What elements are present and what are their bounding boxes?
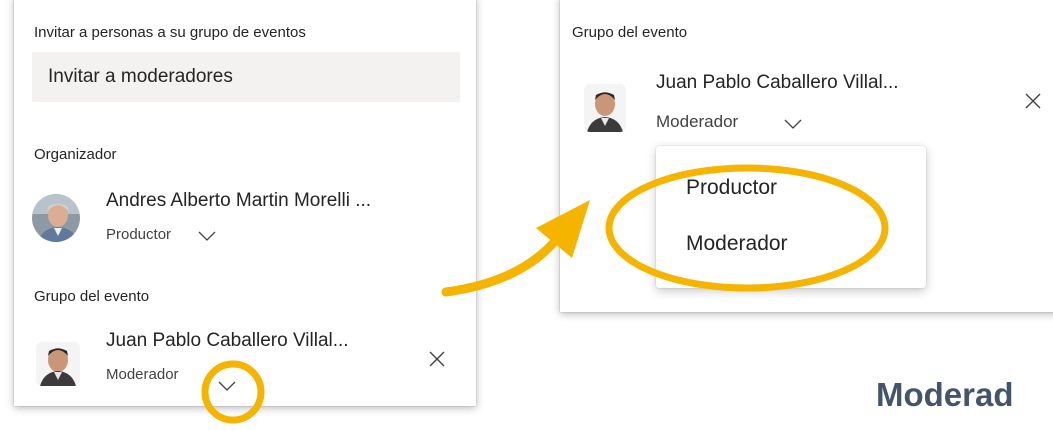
organizer-name: Andres Alberto Martin Morelli ... bbox=[106, 190, 372, 211]
organizer-heading: Organizador bbox=[34, 146, 117, 163]
member-avatar bbox=[36, 342, 80, 386]
group-heading: Grupo del evento bbox=[34, 288, 150, 305]
member-name: Juan Pablo Caballero Villal... bbox=[656, 72, 899, 93]
role-dropdown-menu: Productor Moderador bbox=[656, 146, 926, 288]
organizer-role: Productor bbox=[106, 226, 172, 243]
invite-panel: Invitar a personas a su grupo de eventos… bbox=[14, 0, 476, 406]
member-role: Moderador bbox=[106, 366, 179, 383]
role-option-productor[interactable]: Productor bbox=[686, 176, 777, 200]
group-heading: Grupo del evento bbox=[572, 24, 688, 41]
invite-heading: Invitar a personas a su grupo de eventos bbox=[34, 24, 306, 41]
member-avatar bbox=[584, 84, 626, 132]
group-panel-zoomed: Grupo del evento Juan Pablo Caballero Vi… bbox=[560, 0, 1053, 312]
organizer-avatar bbox=[32, 194, 80, 242]
invite-moderators-input[interactable] bbox=[32, 52, 460, 102]
member-role: Moderador bbox=[656, 112, 739, 131]
close-icon[interactable] bbox=[1024, 92, 1042, 110]
member-name: Juan Pablo Caballero Villal... bbox=[106, 330, 349, 351]
role-option-moderador[interactable]: Moderador bbox=[686, 232, 788, 256]
close-icon[interactable] bbox=[428, 350, 446, 368]
chevron-down-icon[interactable] bbox=[784, 118, 802, 130]
chevron-down-icon[interactable] bbox=[198, 230, 216, 242]
caption-text: Moderad bbox=[876, 376, 1014, 413]
chevron-down-icon[interactable] bbox=[218, 380, 236, 392]
